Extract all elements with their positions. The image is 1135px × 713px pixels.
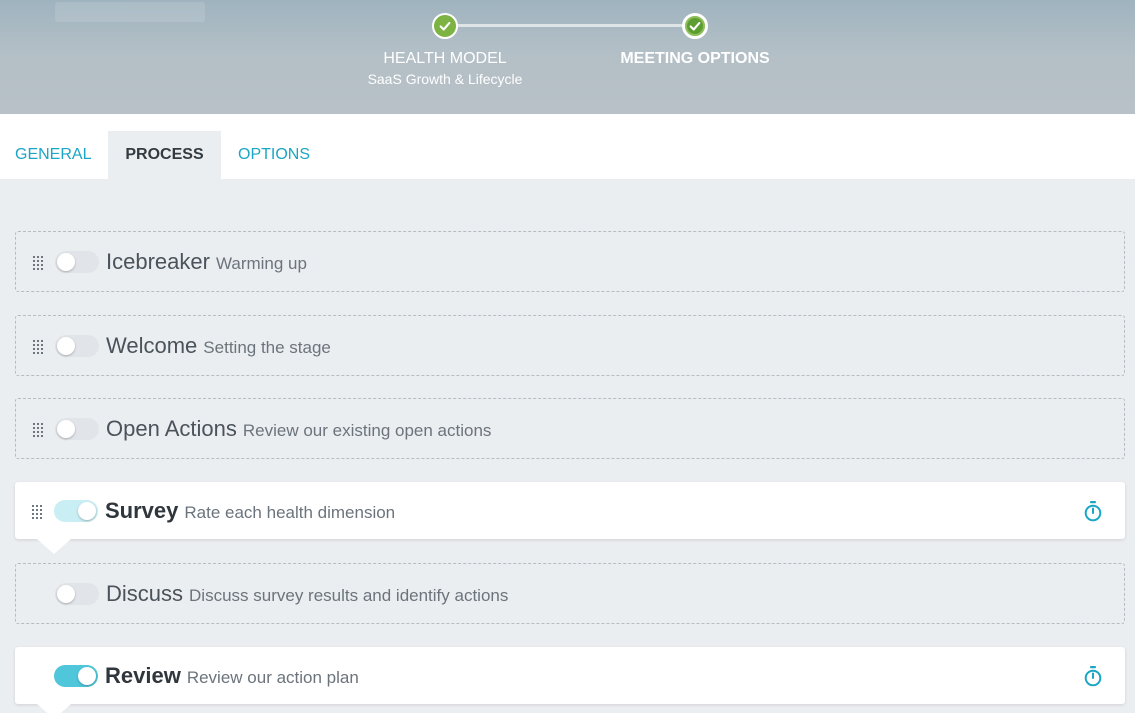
- wizard-header: HEALTH MODEL SaaS Growth & Lifecycle MEE…: [0, 0, 1135, 114]
- toggle-discuss[interactable]: [55, 582, 99, 605]
- process-item-description: Warming up: [215, 253, 307, 273]
- header-decoration: [55, 2, 205, 22]
- step-health-model-subtitle: SaaS Growth & Lifecycle: [367, 71, 523, 87]
- process-item-title: Survey: [105, 497, 179, 523]
- process-item-title: Review: [105, 662, 181, 688]
- expand-pointer: [37, 539, 71, 554]
- tab-bar: GENERAL PROCESS OPTIONS: [0, 114, 1135, 179]
- process-item-title: Welcome: [106, 332, 198, 358]
- process-item-description: Discuss survey results and identify acti…: [189, 585, 509, 605]
- process-item-discuss: Discuss Discuss survey results and identi…: [15, 563, 1125, 624]
- step-health-model-title[interactable]: HEALTH MODEL: [345, 50, 545, 68]
- stepper-connector: [457, 24, 683, 27]
- process-item-label: Open Actions Review our existing open act…: [106, 416, 491, 442]
- drag-handle-icon[interactable]: [33, 422, 43, 437]
- process-item-description: Review our existing open actions: [242, 420, 492, 440]
- tab-process[interactable]: PROCESS: [108, 131, 221, 179]
- tab-options[interactable]: OPTIONS: [221, 131, 327, 179]
- timer-icon[interactable]: [1083, 665, 1103, 687]
- step-meeting-options-title[interactable]: MEETING OPTIONS: [595, 50, 795, 68]
- tab-general[interactable]: GENERAL: [0, 131, 108, 179]
- drag-handle-icon[interactable]: [32, 504, 42, 519]
- toggle-survey[interactable]: [54, 499, 98, 522]
- process-item-label: Review Review our action plan: [105, 663, 359, 689]
- drag-handle-icon[interactable]: [33, 339, 43, 354]
- process-item-title: Open Actions: [106, 415, 237, 441]
- process-item-description: Review our action plan: [186, 667, 359, 687]
- toggle-open-actions[interactable]: [55, 417, 99, 440]
- process-item-review: Review Review our action plan: [15, 647, 1125, 713]
- process-item-description: Rate each health dimension: [184, 502, 396, 522]
- process-item-description: Setting the stage: [203, 337, 331, 357]
- timer-icon[interactable]: [1083, 500, 1103, 522]
- toggle-icebreaker[interactable]: [55, 250, 99, 273]
- expand-pointer: [37, 704, 71, 713]
- process-item-welcome: Welcome Setting the stage: [15, 315, 1125, 376]
- process-item-survey: Survey Rate each health dimension: [15, 482, 1125, 554]
- process-item-label: Discuss Discuss survey results and identi…: [106, 581, 508, 607]
- process-item-title: Icebreaker: [106, 248, 210, 274]
- process-item-label: Survey Rate each health dimension: [105, 498, 395, 524]
- process-item-icebreaker: Icebreaker Warming up: [15, 231, 1125, 292]
- toggle-welcome[interactable]: [55, 334, 99, 357]
- toggle-review[interactable]: [54, 664, 98, 687]
- process-item-label: Welcome Setting the stage: [106, 333, 331, 359]
- process-item-title: Discuss: [106, 580, 184, 606]
- drag-handle-icon[interactable]: [33, 255, 43, 270]
- process-item-label: Icebreaker Warming up: [106, 249, 307, 275]
- process-item-open-actions: Open Actions Review our existing open act…: [15, 398, 1125, 459]
- step-meeting-options-check-icon[interactable]: [682, 13, 708, 39]
- step-health-model-check-icon[interactable]: [432, 13, 458, 39]
